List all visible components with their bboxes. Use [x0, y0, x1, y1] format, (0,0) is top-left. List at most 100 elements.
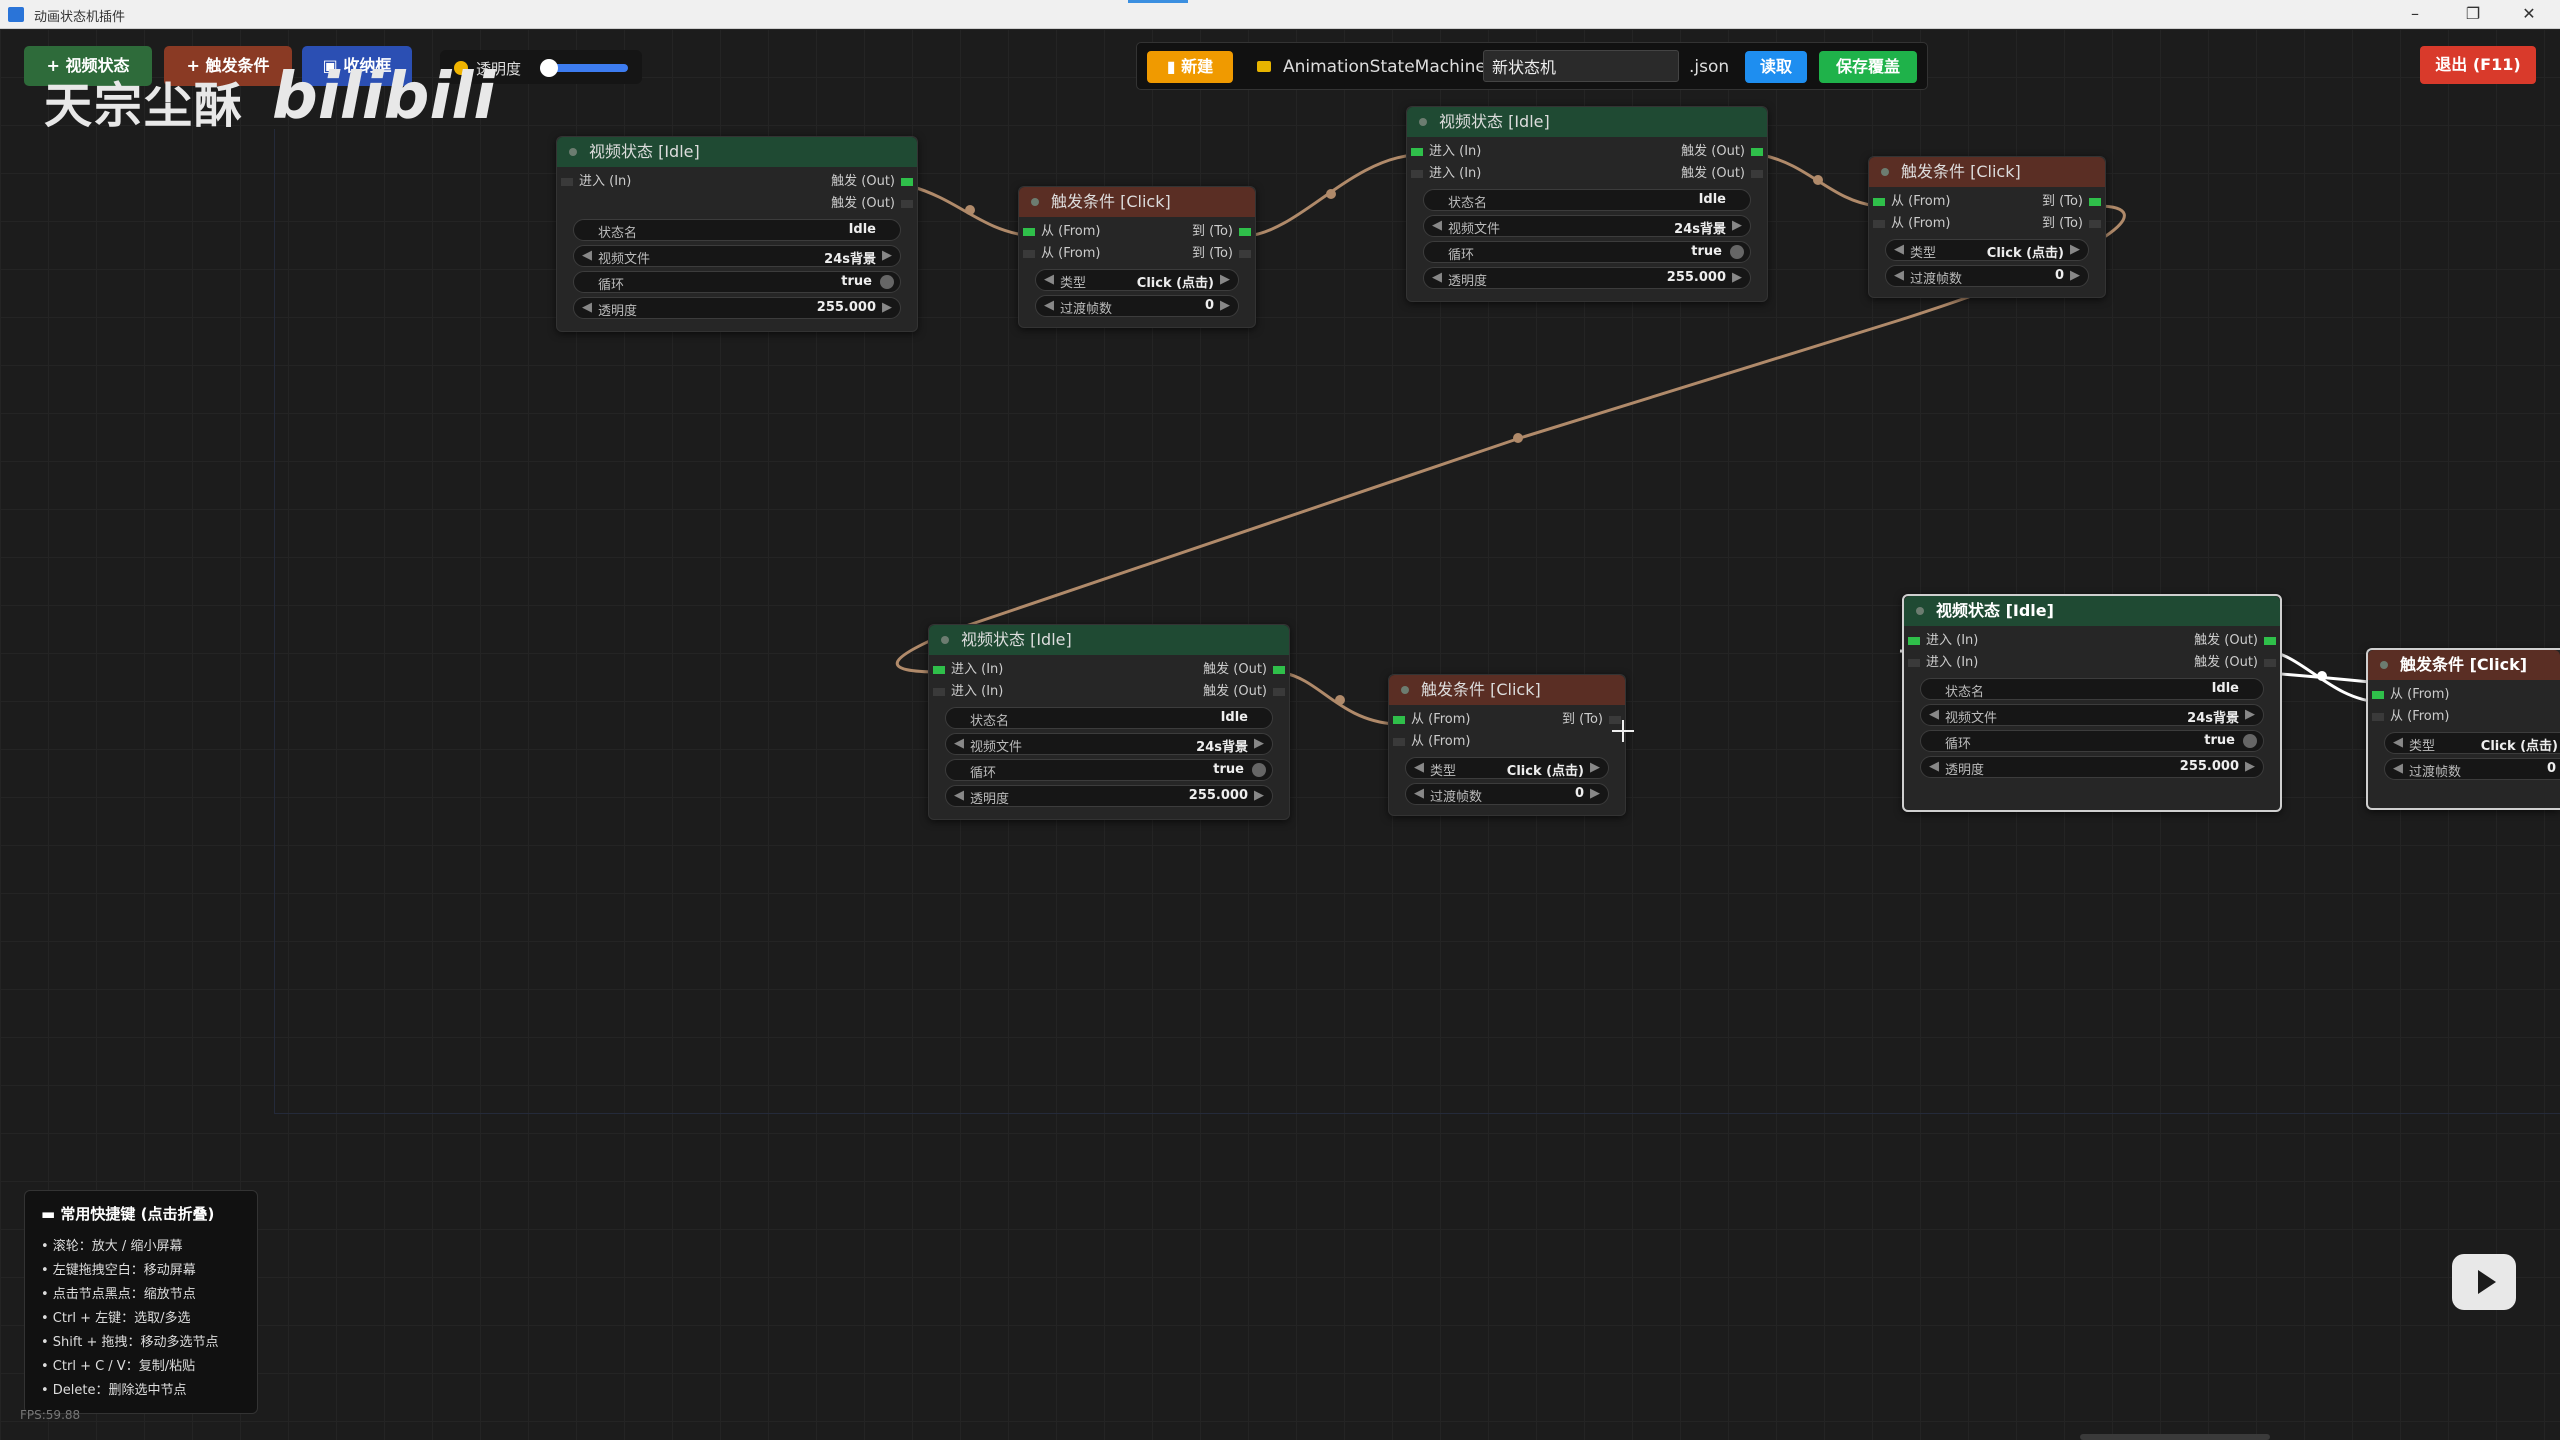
trigger-node-selected[interactable]: 触发条件 [Click] 从 (From) 从 (From) ◀ 类型 Click …	[2366, 648, 2560, 810]
transition-frames-field[interactable]: ◀ 过渡帧数 0 ▶	[1885, 265, 2089, 287]
toggle-icon[interactable]	[1252, 763, 1266, 777]
toggle-icon[interactable]	[2243, 734, 2257, 748]
in-pin[interactable]	[933, 666, 945, 674]
from-pin[interactable]	[1023, 228, 1035, 236]
arrow-left-icon[interactable]: ◀	[954, 736, 964, 751]
arrow-right-icon[interactable]: ▶	[2070, 242, 2080, 257]
arrow-left-icon[interactable]: ◀	[1432, 270, 1442, 285]
arrow-right-icon[interactable]: ▶	[1590, 760, 1600, 775]
new-button[interactable]: ▮ 新建	[1147, 51, 1233, 83]
arrow-left-icon[interactable]: ◀	[582, 300, 592, 315]
save-overwrite-button[interactable]: 保存覆盖	[1819, 51, 1917, 83]
in-pin[interactable]	[1411, 148, 1423, 156]
arrow-left-icon[interactable]: ◀	[2393, 761, 2403, 776]
loop-field[interactable]: 循环 true	[573, 271, 901, 293]
from-pin[interactable]	[2372, 691, 2384, 699]
to-pin[interactable]	[1239, 250, 1251, 258]
to-pin[interactable]	[2089, 220, 2101, 228]
arrow-left-icon[interactable]: ◀	[1432, 218, 1442, 233]
in-pin[interactable]	[561, 178, 573, 186]
node-title[interactable]: 触发条件 [Click]	[1869, 157, 2105, 187]
arrow-right-icon[interactable]: ▶	[882, 300, 892, 315]
arrow-left-icon[interactable]: ◀	[1044, 272, 1054, 287]
in-pin[interactable]	[1908, 637, 1920, 645]
loop-field[interactable]: 循环 true	[1920, 730, 2264, 752]
loop-field[interactable]: 循环 true	[1423, 241, 1751, 263]
arrow-left-icon[interactable]: ◀	[1894, 268, 1904, 283]
load-button[interactable]: 读取	[1745, 51, 1807, 83]
type-field[interactable]: ◀ 类型 Click (点击) ▶	[1885, 239, 2089, 261]
trigger-node[interactable]: 触发条件 [Click] 从 (From) 到 (To) 从 (From) 到 (T…	[1868, 156, 2106, 298]
loop-field[interactable]: 循环 true	[945, 759, 1273, 781]
video-file-field[interactable]: ◀ 视频文件 24s背景 ▶	[573, 245, 901, 267]
in-pin[interactable]	[933, 688, 945, 696]
close-icon[interactable]: ✕	[2506, 2, 2552, 26]
trigger-node[interactable]: 触发条件 [Click] 从 (From) 到 (To) 从 (From) 到 (T…	[1018, 186, 1256, 328]
state-name-field[interactable]: 状态名 Idle	[1920, 678, 2264, 700]
out-pin[interactable]	[2264, 659, 2276, 667]
state-name-field[interactable]: 状态名 Idle	[573, 219, 901, 241]
opacity-field[interactable]: ◀ 透明度 255.000 ▶	[573, 297, 901, 319]
from-pin[interactable]	[1393, 716, 1405, 724]
toggle-icon[interactable]	[880, 275, 894, 289]
from-pin[interactable]	[1393, 738, 1405, 746]
transition-frames-field[interactable]: ◀ 过渡帧数 0 ▶	[1035, 295, 1239, 317]
node-title[interactable]: 触发条件 [Click]	[1019, 187, 1255, 217]
arrow-left-icon[interactable]: ◀	[1929, 707, 1939, 722]
out-pin[interactable]	[901, 200, 913, 208]
video-state-node[interactable]: 视频状态 [Idle] 进入 (In) 触发 (Out) 触发 (Out) 状态名…	[556, 136, 918, 332]
arrow-right-icon[interactable]: ▶	[1254, 736, 1264, 751]
arrow-right-icon[interactable]: ▶	[2070, 268, 2080, 283]
arrow-right-icon[interactable]: ▶	[1732, 218, 1742, 233]
node-title[interactable]: 视频状态 [Idle]	[929, 625, 1289, 655]
arrow-left-icon[interactable]: ◀	[1044, 298, 1054, 313]
node-title[interactable]: 视频状态 [Idle]	[1407, 107, 1767, 137]
trigger-node[interactable]: 触发条件 [Click] 从 (From) 到 (To) 从 (From) ◀ 类型…	[1388, 674, 1626, 816]
type-field[interactable]: ◀ 类型 Click (点击)	[2384, 732, 2560, 754]
out-pin[interactable]	[1273, 688, 1285, 696]
video-state-node[interactable]: 视频状态 [Idle] 进入 (In) 触发 (Out) 进入 (In) 触发 (O…	[1406, 106, 1768, 302]
from-pin[interactable]	[1023, 250, 1035, 258]
type-field[interactable]: ◀ 类型 Click (点击) ▶	[1035, 269, 1239, 291]
toggle-icon[interactable]	[1730, 245, 1744, 259]
out-pin[interactable]	[901, 178, 913, 186]
opacity-field[interactable]: ◀ 透明度 255.000 ▶	[1920, 756, 2264, 778]
state-name-field[interactable]: 状态名 Idle	[1423, 189, 1751, 211]
arrow-left-icon[interactable]: ◀	[954, 788, 964, 803]
horizontal-scrollbar[interactable]	[2080, 1434, 2270, 1440]
minimize-icon[interactable]: –	[2392, 2, 2438, 26]
filename-input[interactable]	[1483, 50, 1679, 82]
arrow-right-icon[interactable]: ▶	[1220, 272, 1230, 287]
arrow-left-icon[interactable]: ◀	[1414, 760, 1424, 775]
arrow-right-icon[interactable]: ▶	[1254, 788, 1264, 803]
node-title[interactable]: 视频状态 [Idle]	[557, 137, 917, 167]
type-field[interactable]: ◀ 类型 Click (点击) ▶	[1405, 757, 1609, 779]
arrow-right-icon[interactable]: ▶	[2245, 707, 2255, 722]
arrow-left-icon[interactable]: ◀	[2393, 735, 2403, 750]
from-pin[interactable]	[2372, 713, 2384, 721]
arrow-left-icon[interactable]: ◀	[1894, 242, 1904, 257]
node-title[interactable]: 触发条件 [Click]	[1389, 675, 1625, 705]
opacity-field[interactable]: ◀ 透明度 255.000 ▶	[1423, 267, 1751, 289]
from-pin[interactable]	[1873, 198, 1885, 206]
node-title[interactable]: 触发条件 [Click]	[2368, 650, 2560, 680]
to-pin[interactable]	[1239, 228, 1251, 236]
video-state-node-selected[interactable]: 视频状态 [Idle] 进入 (In) 触发 (Out) 进入 (In) 触发 (O…	[1902, 594, 2282, 812]
transition-frames-field[interactable]: ◀ 过渡帧数 0 ▶	[1405, 783, 1609, 805]
to-pin[interactable]	[2089, 198, 2101, 206]
arrow-right-icon[interactable]: ▶	[1220, 298, 1230, 313]
out-pin[interactable]	[2264, 637, 2276, 645]
out-pin[interactable]	[1273, 666, 1285, 674]
opacity-field[interactable]: ◀ 透明度 255.000 ▶	[945, 785, 1273, 807]
node-title[interactable]: 视频状态 [Idle]	[1904, 596, 2280, 626]
in-pin[interactable]	[1908, 659, 1920, 667]
arrow-right-icon[interactable]: ▶	[882, 248, 892, 263]
maximize-icon[interactable]: ❐	[2450, 2, 2496, 26]
video-state-node[interactable]: 视频状态 [Idle] 进入 (In) 触发 (Out) 进入 (In) 触发 (O…	[928, 624, 1290, 820]
opacity-slider-knob[interactable]	[540, 59, 558, 77]
video-file-field[interactable]: ◀ 视频文件 24s背景 ▶	[1423, 215, 1751, 237]
in-pin[interactable]	[1411, 170, 1423, 178]
arrow-left-icon[interactable]: ◀	[1929, 759, 1939, 774]
video-file-field[interactable]: ◀ 视频文件 24s背景 ▶	[1920, 704, 2264, 726]
shortcuts-panel[interactable]: ▬ 常用快捷键 (点击折叠) • 滚轮：放大 / 缩小屏幕 • 左键拖拽空白：移…	[24, 1190, 258, 1414]
